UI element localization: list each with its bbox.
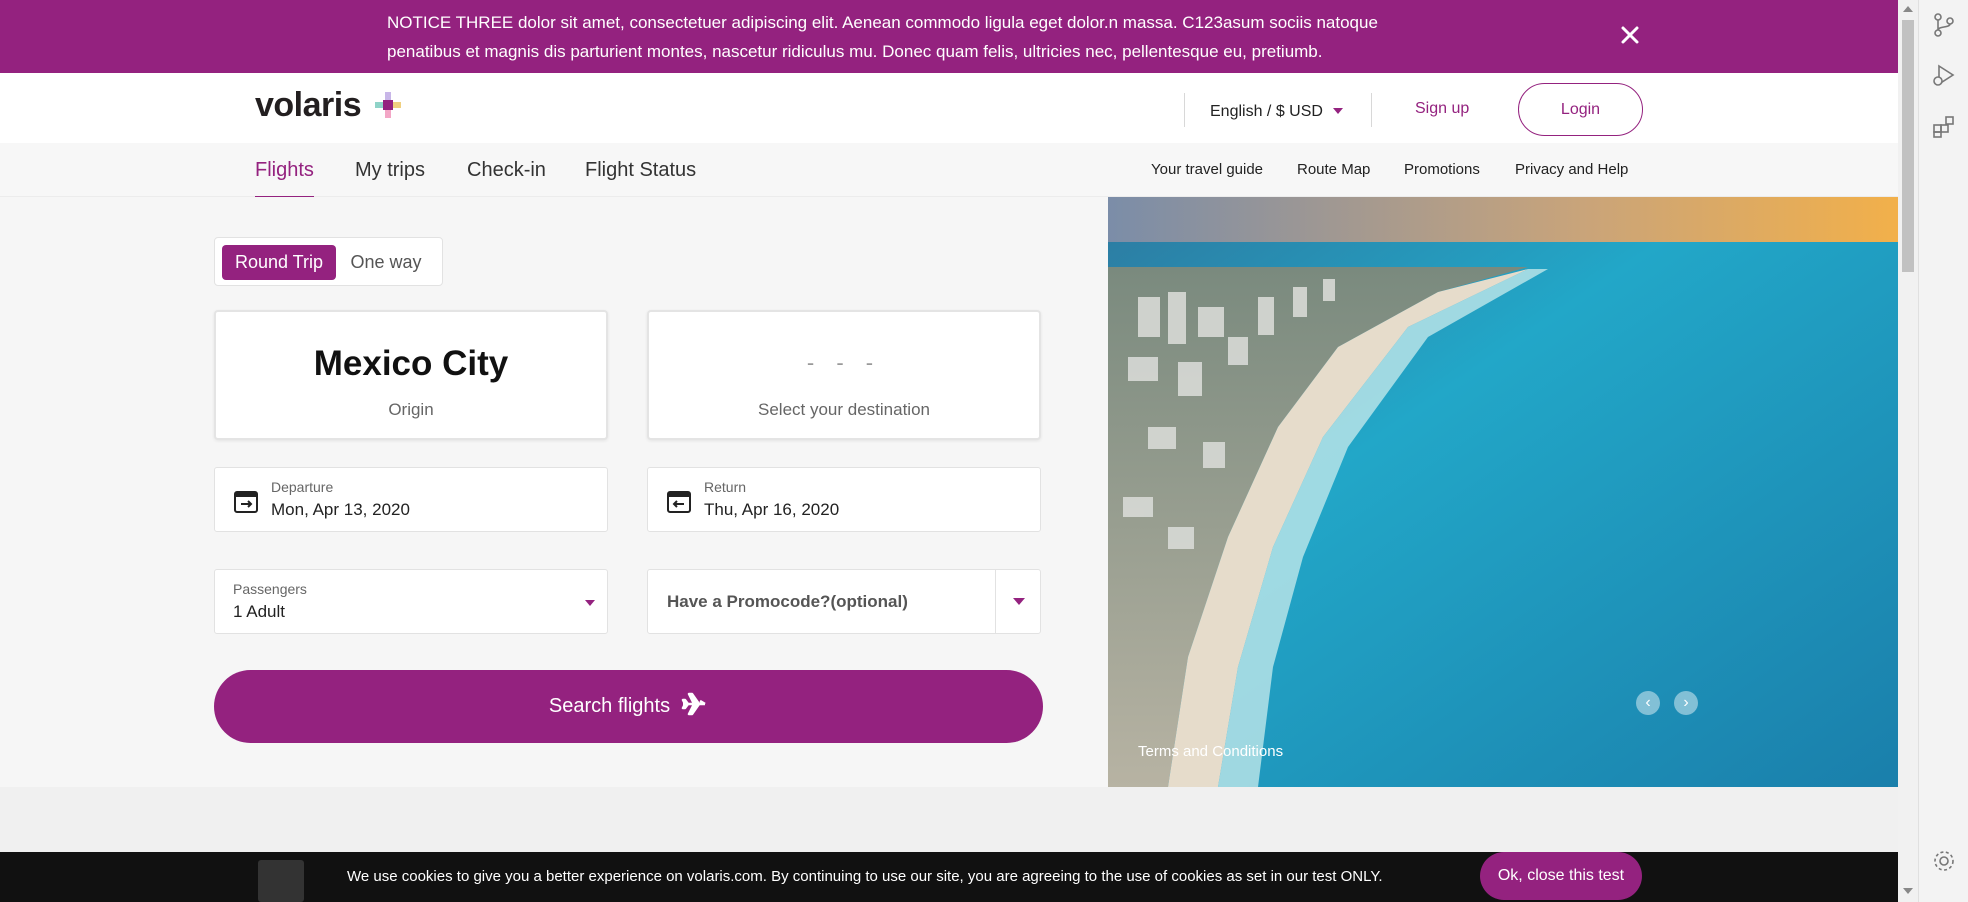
terms-and-conditions-link[interactable]: Terms and Conditions	[1138, 743, 1283, 760]
page: NOTICE THREE dolor sit amet, consectetue…	[0, 0, 1968, 902]
cookie-banner: We use cookies to give you a better expe…	[0, 852, 1898, 902]
destination-placeholder: - - -	[806, 350, 882, 375]
promocode-placeholder: Have a Promocode?(optional)	[667, 592, 908, 611]
return-label: Return	[704, 479, 747, 495]
calendar-return-icon	[666, 488, 692, 514]
language-currency-selector[interactable]: English / $ USD	[1210, 103, 1343, 121]
beach-coastline-image	[1108, 197, 1898, 787]
return-value: Thu, Apr 16, 2020	[704, 500, 840, 519]
departure-value: Mon, Apr 13, 2020	[271, 500, 410, 519]
carousel-prev-button[interactable]: ‹	[1636, 691, 1660, 715]
destination-label: Select your destination	[758, 400, 930, 419]
passengers-label: Passengers	[233, 581, 307, 597]
destination-selector[interactable]: - - - Select your destination	[647, 310, 1041, 440]
return-date-field[interactable]: Return Thu, Apr 16, 2020	[647, 467, 1041, 532]
notice-banner: NOTICE THREE dolor sit amet, consectetue…	[0, 0, 1898, 73]
cookie-accept-button[interactable]: Ok, close this test	[1480, 852, 1642, 900]
scroll-up-arrow-icon[interactable]	[1903, 6, 1913, 12]
gear-icon[interactable]	[1931, 848, 1957, 874]
main-nav: Flights My trips Check-in Flight Status …	[0, 143, 1898, 199]
chevron-down-icon	[1332, 108, 1343, 114]
chevron-down-icon	[585, 600, 595, 606]
chevron-down-icon[interactable]	[1013, 598, 1025, 605]
volaris-logo[interactable]: volaris	[255, 85, 403, 125]
nav-link-promotions[interactable]: Promotions	[1404, 161, 1480, 178]
promocode-divider	[995, 570, 996, 633]
notice-text: NOTICE THREE dolor sit amet, consectetue…	[387, 13, 1378, 61]
origin-selector[interactable]: Mexico City Origin	[214, 310, 608, 440]
hero-image-carousel: Terms and Conditions ‹ ›	[1108, 197, 1898, 787]
promocode-field[interactable]: Have a Promocode?(optional)	[647, 569, 1041, 634]
logo-plus-icon	[373, 90, 403, 120]
departure-date-field[interactable]: Departure Mon, Apr 13, 2020	[214, 467, 608, 532]
tab-flight-status[interactable]: Flight Status	[585, 159, 696, 182]
page-scrollbar[interactable]	[1898, 0, 1918, 902]
header-divider	[1371, 93, 1372, 127]
logo-wordmark: volaris	[255, 85, 362, 124]
site-header: volaris English / $ USD Sign up Login	[0, 73, 1898, 143]
signup-link[interactable]: Sign up	[1415, 100, 1469, 118]
nav-link-travel-guide[interactable]: Your travel guide	[1151, 161, 1263, 178]
airplane-icon	[680, 690, 708, 724]
editor-side-toolbar	[1918, 0, 1968, 902]
one-way-option[interactable]: One way	[336, 245, 436, 280]
round-trip-option[interactable]: Round Trip	[222, 245, 336, 280]
tab-check-in[interactable]: Check-in	[467, 159, 546, 182]
run-debug-icon[interactable]	[1931, 62, 1957, 88]
origin-city: Mexico City	[313, 344, 509, 383]
language-currency-label: English / $ USD	[1210, 103, 1323, 120]
extensions-icon[interactable]	[1931, 114, 1957, 140]
departure-label: Departure	[271, 479, 334, 495]
carousel-next-button[interactable]: ›	[1674, 691, 1698, 715]
source-control-icon[interactable]	[1931, 12, 1957, 38]
search-flights-label: Search flights	[548, 695, 671, 717]
search-flights-button[interactable]: Search flights	[214, 670, 1043, 743]
nav-link-privacy-help[interactable]: Privacy and Help	[1515, 161, 1628, 178]
trip-type-toggle: Round Trip One way	[214, 237, 443, 286]
calendar-departure-icon	[233, 488, 259, 514]
passengers-select[interactable]: Passengers 1 Adult	[214, 569, 608, 634]
flight-search-panel: Round Trip One way Mexico City Origin - …	[0, 197, 1108, 787]
scroll-down-arrow-icon[interactable]	[1903, 888, 1913, 894]
cookie-thumbnail	[258, 860, 304, 902]
nav-link-route-map[interactable]: Route Map	[1297, 161, 1370, 178]
below-fold-section	[0, 787, 1898, 852]
tab-my-trips[interactable]: My trips	[355, 159, 425, 182]
cookie-message: We use cookies to give you a better expe…	[347, 868, 1383, 885]
login-button[interactable]: Login	[1518, 83, 1643, 136]
origin-label: Origin	[388, 400, 434, 419]
passengers-value: 1 Adult	[233, 602, 285, 621]
tab-flights[interactable]: Flights	[255, 159, 314, 199]
close-icon[interactable]	[1617, 22, 1643, 48]
scrollbar-thumb[interactable]	[1902, 20, 1914, 272]
header-divider	[1184, 93, 1185, 127]
